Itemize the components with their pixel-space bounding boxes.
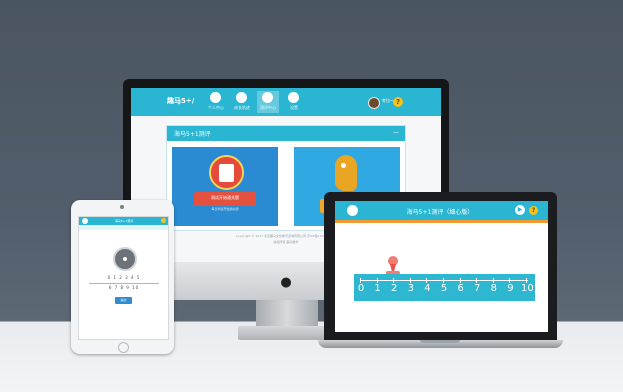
number-row[interactable]: 6 7 8 9 10	[91, 285, 157, 290]
ruler-tick-label: 0	[357, 283, 365, 294]
nav-item-assessment[interactable]: 测评中心	[257, 91, 279, 113]
dial-icon[interactable]	[113, 247, 137, 271]
laptop-page-title: 海马5+1测评（细心版）	[406, 209, 474, 216]
nav-item-label: 设置	[290, 105, 298, 110]
laptop-top-bar: 海马5+1测评（细心版） ▶ ?	[335, 201, 548, 220]
tablet-title: 海马5+1测评	[114, 219, 134, 223]
progress-strip	[335, 220, 548, 223]
start-test-subtitle: 每日测试开始通关题	[211, 207, 239, 211]
desktop-top-nav: 趣马5÷/ 个人中心 成长轨迹 测评中心 设置 考拉~ ?	[131, 88, 441, 116]
app-logo-icon[interactable]	[82, 218, 88, 224]
number-line-ruler[interactable]: 0 1 2 3 4 5 6 7 8 9 10	[354, 274, 535, 301]
ruler-tick-label: 4	[424, 283, 431, 294]
tablet-top-bar: 海马5+1测评	[79, 217, 168, 225]
help-icon[interactable]: ?	[393, 97, 403, 107]
ruler-tick-label: 7	[474, 283, 481, 294]
ruler-tick-label: 9	[507, 283, 514, 294]
laptop-notch	[420, 340, 460, 343]
ruler-tick-label: 2	[391, 283, 398, 294]
ipad-body: 海马5+1测评 0 1 2 3 4 5 6 7 8 9 10 提交	[71, 200, 174, 354]
seahorse-mascot-icon	[335, 155, 357, 191]
ruler-tick-label: 10	[521, 283, 534, 294]
ruler-tick-label: 8	[490, 283, 497, 294]
document-icon	[219, 164, 234, 182]
minimize-icon[interactable]: —	[393, 129, 400, 136]
nav-item-settings[interactable]: 设置	[283, 91, 305, 113]
ruler-tick-label: 6	[457, 283, 464, 294]
panel-header: 海马5+1测评 —	[167, 126, 405, 141]
home-button[interactable]	[118, 342, 129, 353]
divider	[89, 283, 159, 284]
help-icon[interactable]	[161, 218, 166, 223]
play-icon[interactable]: ▶	[515, 205, 525, 215]
user-name[interactable]: 考拉~	[382, 98, 393, 104]
apple-logo-icon: ●	[280, 275, 292, 290]
nav-item-growth[interactable]: 成长轨迹	[231, 91, 253, 113]
submit-button[interactable]: 提交	[115, 297, 132, 304]
tablet-subbar	[79, 225, 168, 230]
user-icon	[210, 92, 221, 103]
imac-stand	[256, 300, 318, 328]
nav-item-profile[interactable]: 个人中心	[205, 91, 227, 113]
chart-icon	[262, 92, 273, 103]
start-test-label: 测试开始通关题	[211, 195, 239, 200]
ruler-tick-label: 3	[407, 283, 414, 294]
ruler-baseline	[360, 280, 528, 281]
ruler-tick-label: 1	[374, 283, 381, 294]
mascot-eye	[341, 163, 346, 168]
dial-center	[123, 257, 127, 261]
app-logo-icon[interactable]	[347, 205, 358, 216]
ipad-screen: 海马5+1测评 0 1 2 3 4 5 6 7 8 9 10 提交	[78, 216, 169, 340]
number-row[interactable]: 0 1 2 3 4 5	[91, 275, 157, 280]
brand-logo-text[interactable]: 趣马5÷/	[167, 96, 194, 106]
imac-foot	[238, 326, 336, 340]
camera-icon	[120, 205, 124, 209]
test-badge-icon	[209, 155, 244, 190]
laptop-screen: 海马5+1测评（细心版） ▶ ? 0 1 2 3 4 5 6 7 8 9 10	[335, 201, 548, 332]
test-card[interactable]: 测试开始通关题 每日测试开始通关题	[172, 147, 278, 226]
gear-icon	[288, 92, 299, 103]
avatar[interactable]	[368, 97, 380, 109]
help-icon[interactable]: ?	[529, 206, 538, 215]
panel-title: 海马5+1测评	[174, 131, 211, 138]
book-icon	[236, 92, 247, 103]
start-test-button[interactable]: 测试开始通关题	[194, 192, 256, 206]
ruler-tick-label: 5	[440, 283, 448, 294]
